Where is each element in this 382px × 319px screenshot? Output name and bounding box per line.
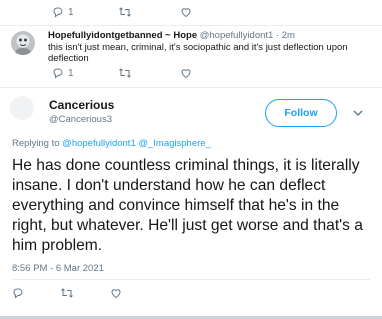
replying-to: Replying to @hopefullyidont1 @_Imagisphe…: [12, 138, 211, 149]
retweet-action[interactable]: [60, 287, 74, 299]
tweet-text: this isn't just mean, criminal, it's soc…: [48, 42, 348, 64]
divider: [0, 25, 382, 26]
like-action[interactable]: [180, 67, 196, 79]
reply-action[interactable]: 1: [52, 6, 74, 18]
reply-icon: [53, 68, 63, 79]
reply-tweet-actions: 1: [52, 67, 240, 79]
retweet-icon: [118, 68, 131, 78]
reply-count: 1: [68, 67, 74, 79]
retweet-icon: [61, 288, 73, 298]
reply-icon: [13, 288, 23, 299]
main-tweet-actions: [12, 287, 158, 299]
author-handle[interactable]: @Cancerious3: [49, 114, 112, 125]
reply-action[interactable]: 1: [52, 67, 74, 79]
author-name[interactable]: Cancerious: [49, 98, 114, 112]
retweet-icon: [118, 7, 131, 17]
avatar[interactable]: [11, 31, 35, 55]
reply-icon: [53, 7, 63, 18]
heart-icon: [111, 289, 121, 299]
author-name[interactable]: Hopefullyidontgetbanned ~ Hope: [48, 30, 197, 41]
tweet-time[interactable]: 2m: [282, 30, 295, 41]
author-handle[interactable]: @hopefullyidont1: [200, 30, 274, 41]
tweet-timestamp[interactable]: 8:56 PM - 6 Mar 2021: [12, 263, 104, 274]
separator: ·: [275, 30, 280, 41]
tweet-text: He has done countless criminal things, i…: [12, 157, 363, 254]
chevron-down-icon[interactable]: [352, 107, 364, 119]
like-action[interactable]: [180, 6, 196, 18]
heart-icon: [181, 69, 191, 79]
follow-button[interactable]: Follow: [265, 99, 337, 127]
previous-tweet-actions: 1: [52, 6, 240, 18]
reply-header: Hopefullyidontgetbanned ~ Hope @hopefull…: [48, 30, 295, 41]
retweet-action[interactable]: [118, 67, 136, 79]
replying-to-handles[interactable]: @hopefullyidont1 @_Imagisphere_: [62, 138, 211, 149]
retweet-action[interactable]: [118, 6, 136, 18]
replying-prefix: Replying to: [12, 138, 60, 149]
reply-tweet[interactable]: Hopefullyidontgetbanned ~ Hope @hopefull…: [0, 28, 382, 88]
like-action[interactable]: [110, 287, 122, 299]
divider: [12, 279, 370, 280]
heart-icon: [181, 8, 191, 18]
reply-action[interactable]: [12, 287, 24, 299]
divider: [0, 87, 382, 88]
reply-count: 1: [68, 6, 74, 18]
avatar[interactable]: [10, 96, 34, 120]
